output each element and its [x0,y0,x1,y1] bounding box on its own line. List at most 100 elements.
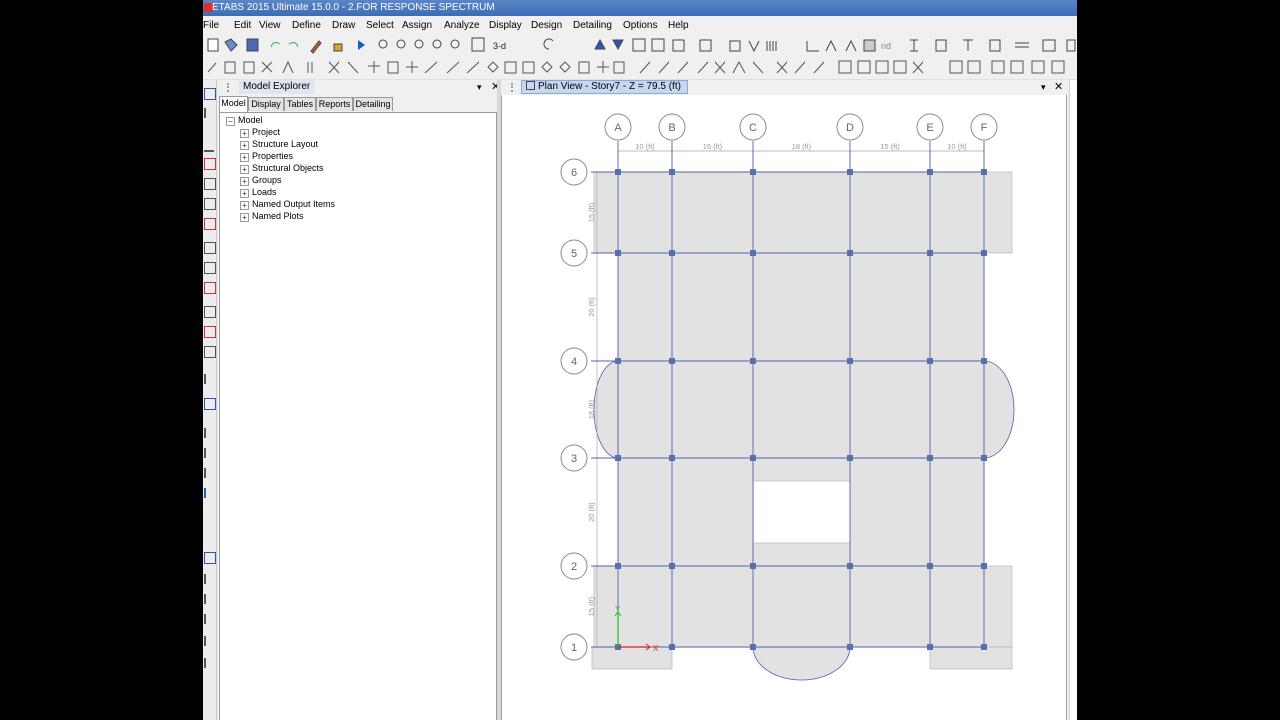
column-node[interactable] [927,358,933,364]
nd-label[interactable]: nd [881,41,891,51]
grid-bubble-F[interactable]: F [970,113,998,141]
column-node[interactable] [981,358,987,364]
slab-semicircle-right[interactable] [983,360,1015,459]
column-node[interactable] [847,563,853,569]
copy-icon[interactable] [224,61,236,74]
snap-intersections-icon[interactable] [204,594,216,604]
column-node[interactable] [750,358,756,364]
rotate-view-icon[interactable] [543,38,554,50]
slab-semicircle-left[interactable] [593,360,619,459]
menu-edit[interactable]: Edit [234,17,251,35]
menu-detailing[interactable]: Detailing [573,17,612,35]
tree-node-model[interactable]: Model [238,114,263,126]
grid-bubble-5[interactable]: 5 [560,239,588,267]
redo-icon[interactable] [288,42,299,48]
draw-beam-col-icon[interactable] [204,158,216,170]
menu-options[interactable]: Options [623,17,657,35]
pan-icon[interactable] [471,37,485,52]
draw-wall-icon[interactable] [825,39,837,52]
new-model-icon[interactable] [207,38,219,52]
table-3-icon[interactable] [875,60,889,74]
draw-wall-tool-icon[interactable] [204,218,216,230]
slab-area[interactable] [591,646,673,670]
view-close-icon[interactable]: ✕ [1054,80,1063,94]
column-node[interactable] [927,250,933,256]
draw-rect-icon[interactable] [204,306,216,318]
assign-frame-2-icon[interactable] [658,61,670,74]
grid-bubble-2[interactable]: 2 [560,552,588,580]
tree-node-groups[interactable]: Groups [252,174,282,186]
replicate-icon[interactable] [282,60,294,74]
draw-dimension-icon[interactable] [204,374,216,384]
snap-3-icon[interactable] [204,468,216,478]
column-node[interactable] [750,250,756,256]
draw-area-icon[interactable] [204,282,216,294]
column-node[interactable] [981,250,987,256]
grid-bubble-6[interactable]: 6 [560,158,588,186]
panel-grip-icon[interactable] [227,83,235,92]
grid-bubble-B[interactable]: B [658,113,686,141]
menu-select[interactable]: Select [366,17,394,35]
column-node[interactable] [847,358,853,364]
tree-node-named-output-items[interactable]: Named Output Items [252,198,335,210]
area-tool-5-icon[interactable] [613,61,625,74]
delete-icon[interactable] [261,61,273,73]
tree-node-loads[interactable]: Loads [252,186,277,198]
column-node[interactable] [669,358,675,364]
tab-tables[interactable]: Tables [284,97,316,111]
window-icon[interactable] [1066,39,1076,52]
column-node[interactable] [847,644,853,650]
grid-bubble-3[interactable]: 3 [560,444,588,472]
draw-floor-icon[interactable] [204,242,216,254]
grid-bubble-D[interactable]: D [836,113,864,141]
tree-node-project[interactable]: Project [252,126,280,138]
text-icon[interactable] [963,39,973,51]
plan-view-title[interactable]: Plan View - Story7 - Z = 79.5 (ft) [521,80,688,94]
assign-load-4-icon[interactable] [776,61,788,74]
draw-frame-icon[interactable] [729,40,741,52]
draw-line-3-icon[interactable] [466,61,480,74]
menu-assign[interactable]: Assign [402,17,432,35]
snap-fine-grid-icon[interactable] [204,658,216,668]
table-2-icon[interactable] [857,60,871,74]
column-node[interactable] [615,169,621,175]
tab-reports[interactable]: Reports [316,97,353,111]
area-tool-3-icon[interactable] [578,61,590,74]
column-node[interactable] [847,250,853,256]
pointer-icon[interactable] [207,62,217,73]
zoom-window-icon[interactable] [378,39,388,49]
move-down-icon[interactable] [612,39,624,51]
column-node[interactable] [927,644,933,650]
zoom-previous-icon[interactable] [414,39,424,49]
tab-model[interactable]: Model [219,96,248,112]
select-pointer-icon[interactable] [204,88,216,100]
column-node[interactable] [981,169,987,175]
object-shrink-icon[interactable] [672,39,685,52]
menu-analyze[interactable]: Analyze [444,17,480,35]
area-tool-4-icon[interactable] [597,61,609,73]
draw-poly-icon[interactable] [204,326,216,338]
slab-semicircle-bottom[interactable] [752,646,851,681]
column-node[interactable] [750,644,756,650]
align-icon[interactable] [387,61,399,74]
table-4-icon[interactable] [893,60,907,74]
expand-toggle[interactable]: + [240,141,249,150]
column-node[interactable] [847,455,853,461]
design-5-icon[interactable] [1031,60,1045,74]
save-icon[interactable] [246,38,259,52]
extrude-icon[interactable] [699,39,712,52]
column-node[interactable] [927,563,933,569]
slab-area[interactable] [593,565,1013,648]
draw-brace-icon[interactable] [748,40,760,53]
column-node[interactable] [981,644,987,650]
column-node[interactable] [981,563,987,569]
grid-bubble-E[interactable]: E [916,113,944,141]
menu-display[interactable]: Display [489,17,522,35]
snap-ends-icon[interactable] [204,574,216,584]
view-dropdown-icon[interactable]: ▾ [1041,80,1046,94]
undo-icon[interactable] [270,42,281,48]
column-node[interactable] [669,563,675,569]
design-icon[interactable] [949,60,963,74]
draw-slab-icon[interactable] [845,39,857,52]
snap-2-icon[interactable] [204,448,216,458]
